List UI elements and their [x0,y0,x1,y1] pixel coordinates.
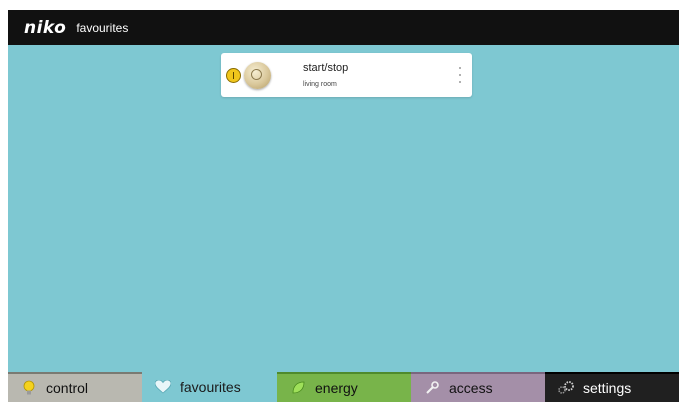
card-title: start/stop [303,62,349,74]
niko-logo: niko [24,17,67,38]
favourite-card-start-stop[interactable]: start/stop living room [221,53,472,97]
tab-settings-label: settings [583,380,632,396]
tab-control-label: control [46,380,89,396]
bottom-nav: control favourites energy access setting… [8,372,679,402]
tab-energy[interactable]: energy [277,372,411,402]
card-subtitle: living room [303,81,337,88]
bulb-icon [20,380,38,396]
tab-control[interactable]: control [8,372,142,402]
app-window: niko favourites start/stop living room c… [8,10,679,402]
tab-energy-label: energy [315,380,358,396]
more-vertical-icon[interactable] [457,67,463,83]
tab-settings[interactable]: settings [545,372,679,402]
top-bar: niko favourites [8,10,679,45]
heart-icon [154,379,172,395]
gears-icon [557,380,575,396]
page-title: favourites [76,20,129,35]
leaf-icon [289,380,307,396]
power-badge-icon[interactable] [226,68,241,83]
tab-favourites[interactable]: favourites [142,372,277,402]
tab-access[interactable]: access [411,372,545,402]
wrench-icon [423,380,441,396]
dimmer-knob-icon[interactable] [244,62,271,89]
tab-access-label: access [449,380,493,396]
tab-favourites-label: favourites [180,379,241,395]
